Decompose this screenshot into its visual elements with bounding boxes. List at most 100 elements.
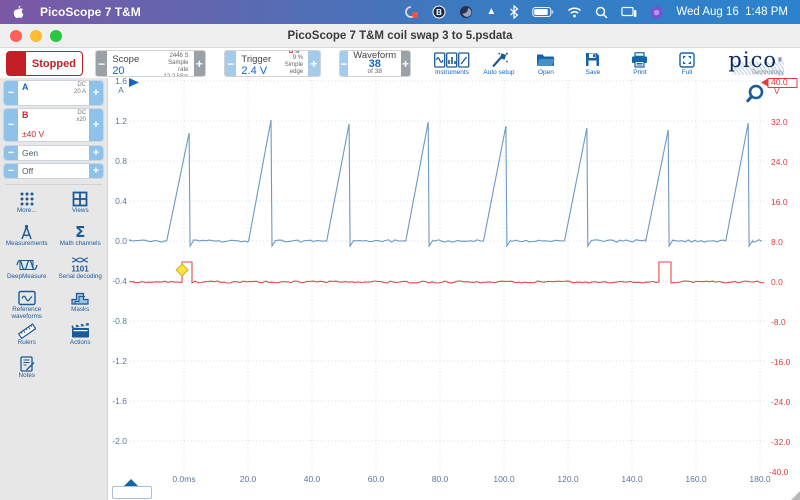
moon-icon[interactable] bbox=[459, 5, 473, 19]
timebase-decrease-button[interactable]: − bbox=[96, 51, 107, 76]
trigger-decrease-button[interactable]: − bbox=[225, 51, 236, 76]
waveform-number[interactable]: 38 bbox=[353, 60, 396, 68]
channel-a-axis-marker[interactable] bbox=[129, 78, 139, 87]
right-axis-tick-label: -16.0 bbox=[771, 357, 791, 367]
svg-text:B: B bbox=[437, 8, 443, 17]
generator-panel[interactable]: − Gen + bbox=[3, 145, 104, 161]
left-axis-tick-label: 1.2 bbox=[115, 116, 127, 126]
wifi-icon[interactable] bbox=[567, 6, 582, 18]
sample-info: Samples 2446 S Sample rate 12.2 kS/s bbox=[160, 50, 188, 77]
x-axis-tick-label: 40.0 bbox=[304, 474, 321, 484]
spotlight-icon[interactable] bbox=[595, 6, 608, 19]
generator-state-label: Off bbox=[18, 164, 89, 178]
b-app-icon[interactable]: B bbox=[432, 5, 446, 19]
trigger-marker[interactable] bbox=[176, 264, 188, 276]
tool-more-[interactable]: More... bbox=[0, 189, 54, 222]
channel-b-trace[interactable] bbox=[130, 262, 764, 283]
right-axis-tick-label: -8.0 bbox=[771, 317, 786, 327]
measurements-icon bbox=[19, 224, 34, 240]
menu-clock[interactable]: Wed Aug 16 1:48 PM bbox=[676, 6, 788, 18]
channel-sidebar: − A DC20 A + − B DCx20 ±40 V bbox=[0, 78, 108, 500]
resize-grip[interactable] bbox=[791, 491, 800, 500]
left-axis-tick-label: -0.4 bbox=[112, 276, 127, 286]
menu-app-name[interactable]: PicoScope 7 T&M bbox=[40, 5, 141, 19]
apple-menu-icon[interactable] bbox=[12, 5, 24, 19]
svg-text:1101: 1101 bbox=[72, 265, 90, 274]
trigger-label[interactable]: Trigger bbox=[241, 54, 271, 65]
channel-b-decrease-button[interactable]: − bbox=[4, 109, 18, 141]
generator-decrease-button[interactable]: − bbox=[4, 146, 18, 160]
tool-actions[interactable]: Actions bbox=[54, 321, 108, 354]
x-axis-tick-label: 100.0 bbox=[493, 474, 515, 484]
tool-label: Notes bbox=[19, 373, 35, 380]
left-axis-tick-label: -1.2 bbox=[112, 356, 127, 366]
sidecar-icon[interactable] bbox=[621, 6, 637, 18]
tool-reference-waveforms[interactable]: Reference waveforms bbox=[0, 288, 54, 321]
channel-b-axis-marker[interactable] bbox=[761, 79, 768, 87]
x-axis-tick-label: 80.0 bbox=[432, 474, 449, 484]
tool-label: Math channels bbox=[60, 241, 101, 248]
app-dot-icon[interactable] bbox=[650, 6, 663, 19]
bottom-panel-expand-button[interactable] bbox=[112, 486, 152, 499]
masks-icon bbox=[71, 290, 89, 306]
channel-a-trace[interactable] bbox=[130, 120, 762, 246]
left-axis-tick-label: 0.4 bbox=[115, 196, 127, 206]
channel-a-settings: DC20 A bbox=[74, 82, 86, 95]
toolbar-button-label: Save bbox=[586, 69, 601, 76]
tool-measurements[interactable]: Measurements bbox=[0, 222, 54, 255]
tool-serial-decoding[interactable]: 1101Serial decoding bbox=[54, 255, 108, 288]
save-button[interactable]: Save bbox=[570, 52, 616, 76]
print-button[interactable]: Print bbox=[617, 52, 663, 76]
waveform-previous-button[interactable]: − bbox=[340, 51, 349, 76]
right-axis-tick-label: -24.0 bbox=[771, 397, 791, 407]
channel-a-name: A bbox=[22, 82, 29, 92]
tool-deepmeasure[interactable]: DeepMeasure bbox=[0, 255, 54, 288]
tool-math-channels[interactable]: ΣMath channels bbox=[54, 222, 108, 255]
bluetooth-icon[interactable] bbox=[509, 5, 519, 19]
stop-start-button[interactable]: Stopped bbox=[6, 51, 83, 76]
battery-icon[interactable] bbox=[532, 6, 554, 18]
left-axis-unit: A bbox=[118, 85, 124, 95]
timebase-increase-button[interactable]: + bbox=[194, 51, 205, 76]
tool-masks[interactable]: Masks bbox=[54, 288, 108, 321]
close-button[interactable] bbox=[10, 30, 22, 42]
right-axis-tick-label: 24.0 bbox=[771, 157, 788, 167]
channel-a-panel[interactable]: − A DC20 A + bbox=[3, 80, 104, 106]
tool-label: Actions bbox=[70, 340, 91, 347]
channel-a-increase-button[interactable]: + bbox=[89, 81, 103, 105]
full-button[interactable]: Full bbox=[664, 52, 710, 76]
screen-share-icon[interactable] bbox=[403, 5, 419, 19]
channel-b-panel[interactable]: − B DCx20 ±40 V + bbox=[3, 108, 104, 142]
generator-state-decrease-button[interactable]: − bbox=[4, 164, 18, 178]
stop-indicator bbox=[7, 52, 26, 75]
scope-panel: − Scope 20 ms/div Samples 2446 S Sample … bbox=[95, 50, 206, 77]
scope-label[interactable]: Scope bbox=[112, 54, 153, 65]
timebase-value[interactable]: 20 ms/div bbox=[112, 65, 153, 77]
generator-label: Gen bbox=[18, 146, 89, 160]
waveform-panel: − Waveform 38 of 38 + bbox=[339, 50, 411, 77]
tool-label: Reference waveforms bbox=[2, 307, 52, 321]
channel-b-increase-button[interactable]: + bbox=[89, 109, 103, 141]
auto-setup-icon bbox=[490, 52, 508, 68]
generator-state-increase-button[interactable]: + bbox=[89, 164, 103, 178]
minimize-button[interactable] bbox=[30, 30, 42, 42]
channel-a-decrease-button[interactable]: − bbox=[4, 81, 18, 105]
auto-setup-button[interactable]: Auto setup bbox=[476, 52, 522, 76]
tool-label: DeepMeasure bbox=[7, 274, 47, 281]
generator-increase-button[interactable]: + bbox=[89, 146, 103, 160]
waveform-total: of 38 bbox=[353, 68, 396, 76]
dropbox-icon[interactable]: ▲ bbox=[486, 7, 496, 17]
tool-views[interactable]: Views bbox=[54, 189, 108, 222]
generator-state-panel[interactable]: − Off + bbox=[3, 163, 104, 179]
tool-label: Serial decoding bbox=[59, 274, 102, 281]
waveform-plot[interactable]: 1.61.20.80.40.0-0.4-0.8-1.2-1.6-2.0A40.0… bbox=[108, 78, 799, 500]
left-axis-tick-label: -0.8 bbox=[112, 316, 127, 326]
tool-rulers[interactable]: Rulers bbox=[0, 321, 54, 354]
fullscreen-button[interactable] bbox=[50, 30, 62, 42]
trigger-increase-button[interactable]: + bbox=[308, 51, 319, 76]
instruments-button[interactable]: Instruments bbox=[429, 52, 475, 76]
waveform-next-button[interactable]: + bbox=[401, 51, 410, 76]
trigger-level-value[interactable]: 2.4 V bbox=[241, 65, 271, 77]
tool-notes[interactable]: Notes bbox=[0, 354, 54, 387]
open-button[interactable]: Open bbox=[523, 52, 569, 76]
